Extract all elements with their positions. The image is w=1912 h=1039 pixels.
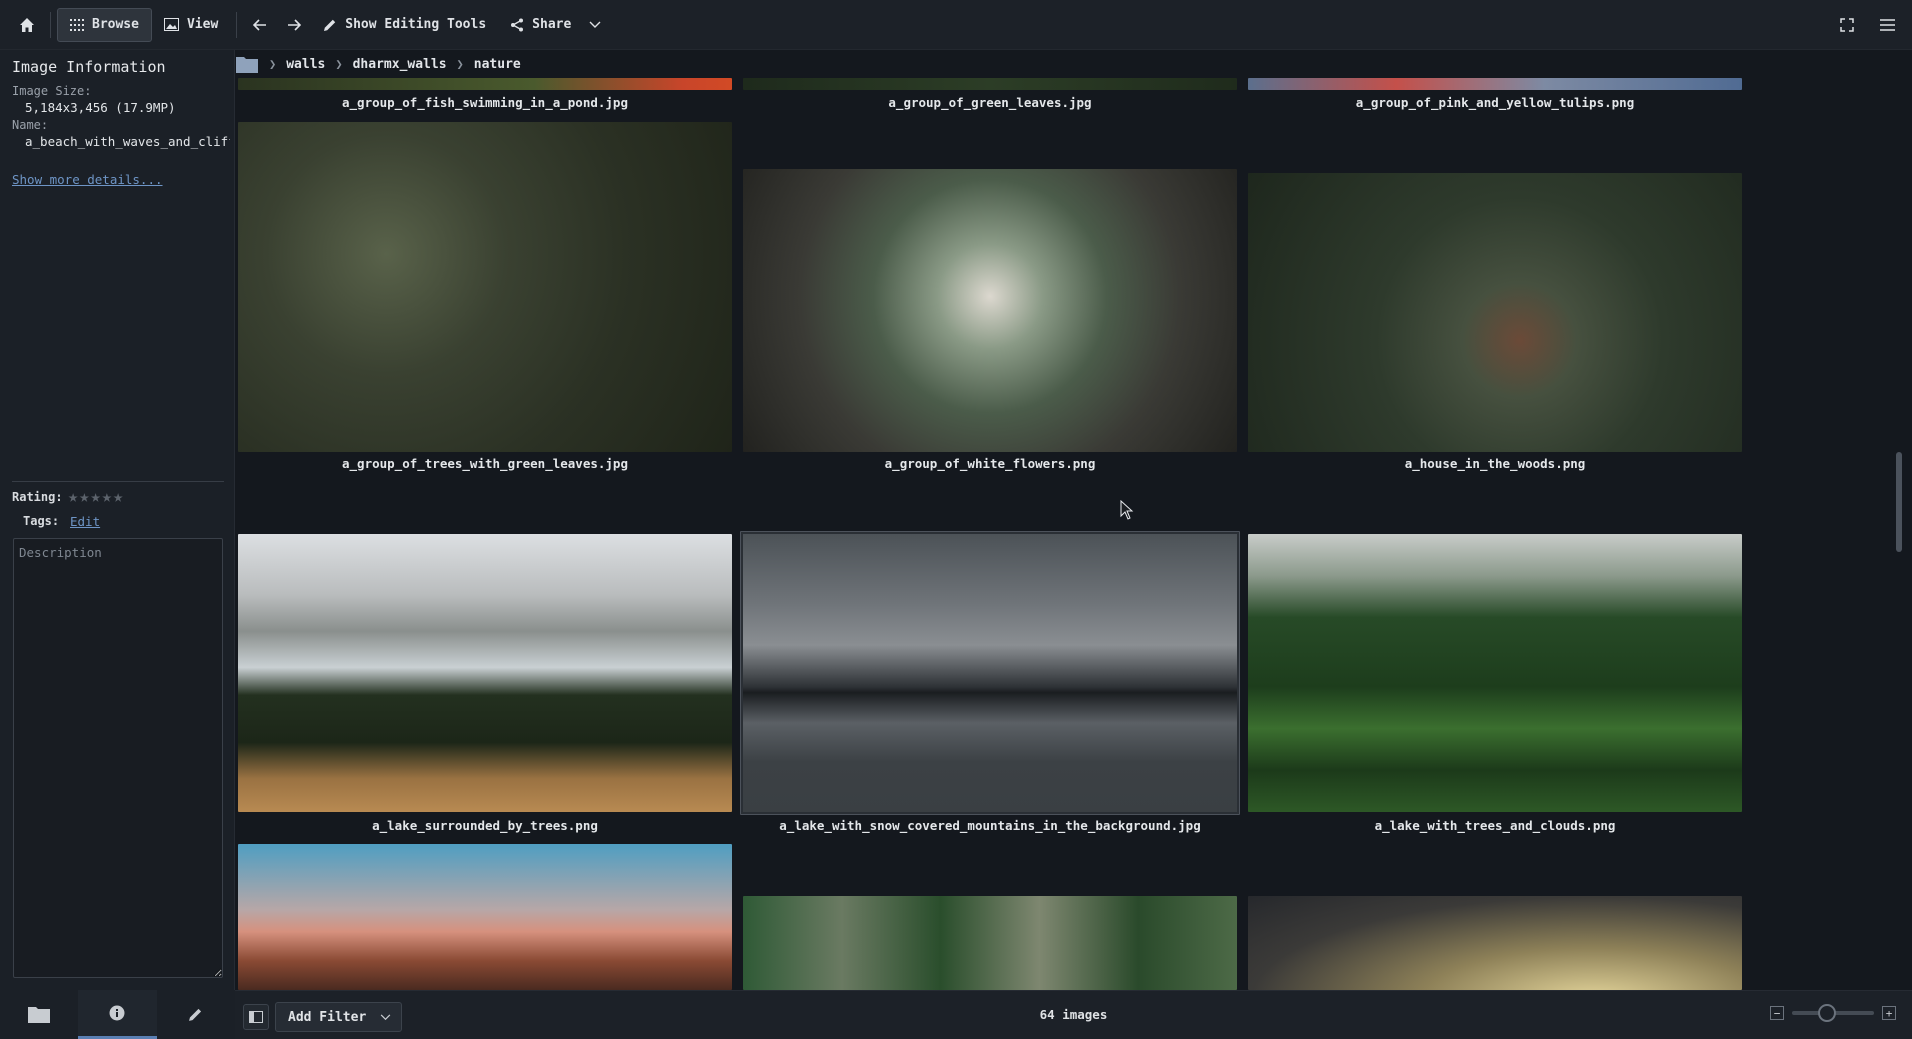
- image-thumbnail-selected[interactable]: [740, 531, 1240, 815]
- image-thumbnail[interactable]: [743, 896, 1237, 990]
- back-button[interactable]: [243, 8, 277, 42]
- panel-title: Image Information: [12, 58, 166, 76]
- share-icon: [511, 18, 524, 31]
- browse-label: Browse: [92, 17, 139, 32]
- folder-icon: [28, 1007, 51, 1023]
- share-label: Share: [532, 17, 572, 32]
- home-button[interactable]: [10, 8, 44, 42]
- image-caption[interactable]: a_house_in_the_woods.png: [1248, 456, 1742, 471]
- image-thumbnail[interactable]: [743, 169, 1237, 452]
- star-icon[interactable]: ★: [79, 487, 89, 507]
- mouse-cursor-icon: [1120, 500, 1134, 520]
- image-caption[interactable]: a_group_of_trees_with_green_leaves.jpg: [238, 456, 732, 471]
- top-toolbar: Browse View Show Editing Tools Share: [0, 0, 1912, 50]
- image-caption[interactable]: a_group_of_pink_and_yellow_tulips.png: [1248, 95, 1742, 110]
- fullscreen-icon: [1840, 18, 1854, 32]
- image-thumbnail[interactable]: [238, 122, 732, 452]
- name-value: a_beach_with_waves_and_cliff: [25, 134, 230, 149]
- tab-info[interactable]: [78, 990, 157, 1039]
- zoom-slider[interactable]: [1792, 1004, 1874, 1022]
- vertical-scrollbar[interactable]: [1894, 78, 1906, 990]
- browse-button[interactable]: Browse: [57, 7, 152, 42]
- image-thumbnail[interactable]: [238, 844, 732, 990]
- star-icon[interactable]: ★: [91, 487, 101, 507]
- image-count: 64 images: [1039, 1007, 1108, 1022]
- star-icon[interactable]: ★: [113, 487, 123, 507]
- panel-divider: [12, 481, 224, 482]
- zoom-out-button[interactable]: −: [1770, 1006, 1784, 1020]
- image-caption[interactable]: a_lake_with_snow_covered_mountains_in_th…: [743, 818, 1237, 833]
- name-label: Name:: [12, 118, 49, 132]
- grid-icon: [70, 18, 84, 31]
- arrow-left-icon: [253, 18, 267, 31]
- image-grid: a_group_of_fish_swimming_in_a_pond.jpg a…: [235, 78, 1895, 990]
- forward-button[interactable]: [277, 8, 311, 42]
- tab-edit[interactable]: [157, 990, 235, 1039]
- view-label: View: [186, 17, 219, 32]
- image-preview: [743, 534, 1237, 812]
- chevron-down-icon: [589, 21, 601, 28]
- breadcrumb-dharmx-walls[interactable]: dharmx_walls: [353, 57, 447, 72]
- show-editing-tools-label: Show Editing Tools: [345, 17, 487, 32]
- fullscreen-button[interactable]: [1830, 8, 1864, 42]
- view-button[interactable]: View: [152, 8, 230, 42]
- menu-button[interactable]: [1870, 8, 1904, 42]
- star-icon[interactable]: ★: [102, 487, 112, 507]
- home-icon: [20, 17, 34, 32]
- chevron-right-icon: ❯: [269, 57, 277, 71]
- breadcrumb-walls[interactable]: walls: [286, 57, 325, 72]
- image-thumbnail[interactable]: [743, 78, 1237, 90]
- image-thumbnail[interactable]: [238, 534, 732, 812]
- tags-edit-link[interactable]: Edit: [70, 514, 100, 529]
- image-thumbnail[interactable]: [1248, 173, 1742, 452]
- scrollbar-thumb[interactable]: [1896, 452, 1902, 552]
- window-controls: [1830, 8, 1904, 42]
- folder-icon[interactable]: [235, 55, 259, 74]
- tags-label: Tags:: [23, 514, 60, 528]
- image-icon: [163, 18, 179, 31]
- toolbar-divider: [50, 11, 51, 38]
- pencil-icon: [324, 19, 336, 31]
- zoom-in-button[interactable]: +: [1882, 1006, 1896, 1020]
- rating-label: Rating:: [12, 490, 63, 504]
- image-caption[interactable]: a_lake_with_trees_and_clouds.png: [1248, 818, 1742, 833]
- arrow-right-icon: [288, 18, 302, 31]
- chevron-right-icon: ❯: [335, 57, 343, 71]
- breadcrumb-nature[interactable]: nature: [474, 57, 521, 72]
- hamburger-menu-icon: [1879, 19, 1895, 31]
- show-editing-tools-button[interactable]: Show Editing Tools: [311, 8, 498, 42]
- image-thumbnail[interactable]: [1248, 78, 1742, 90]
- description-field[interactable]: [13, 538, 223, 978]
- image-size-value: 5,184x3,456 (17.9MP): [25, 100, 176, 115]
- image-size-label: Image Size:: [12, 84, 92, 98]
- image-caption[interactable]: a_lake_surrounded_by_trees.png: [238, 818, 732, 833]
- image-caption[interactable]: a_group_of_green_leaves.jpg: [743, 95, 1237, 110]
- image-thumbnail[interactable]: [238, 78, 732, 90]
- image-caption[interactable]: a_group_of_white_flowers.png: [743, 456, 1237, 471]
- toolbar-divider: [236, 11, 238, 38]
- info-icon: [109, 1005, 125, 1021]
- sidebar-tabs: [0, 990, 235, 1039]
- star-icon[interactable]: ★: [68, 487, 78, 507]
- zoom-slider-knob[interactable]: [1817, 1004, 1836, 1022]
- breadcrumb: ❯ walls ❯ dharmx_walls ❯ nature: [235, 50, 521, 78]
- image-thumbnail[interactable]: [1248, 896, 1742, 990]
- zoom-control: − +: [1770, 1004, 1896, 1022]
- image-thumbnail[interactable]: [1248, 534, 1742, 812]
- chevron-right-icon: ❯: [456, 57, 464, 71]
- share-button[interactable]: Share: [498, 8, 613, 42]
- pencil-icon: [189, 1008, 202, 1021]
- image-caption[interactable]: a_group_of_fish_swimming_in_a_pond.jpg: [238, 95, 732, 110]
- rating-stars[interactable]: ★ ★ ★ ★ ★: [68, 487, 123, 507]
- show-more-details-link[interactable]: Show more details...: [12, 172, 163, 187]
- image-info-panel: Image Information Image Size: 5,184x3,45…: [0, 50, 235, 990]
- status-bar: Add Filter 64 images − +: [235, 990, 1912, 1039]
- tab-folders[interactable]: [0, 990, 78, 1039]
